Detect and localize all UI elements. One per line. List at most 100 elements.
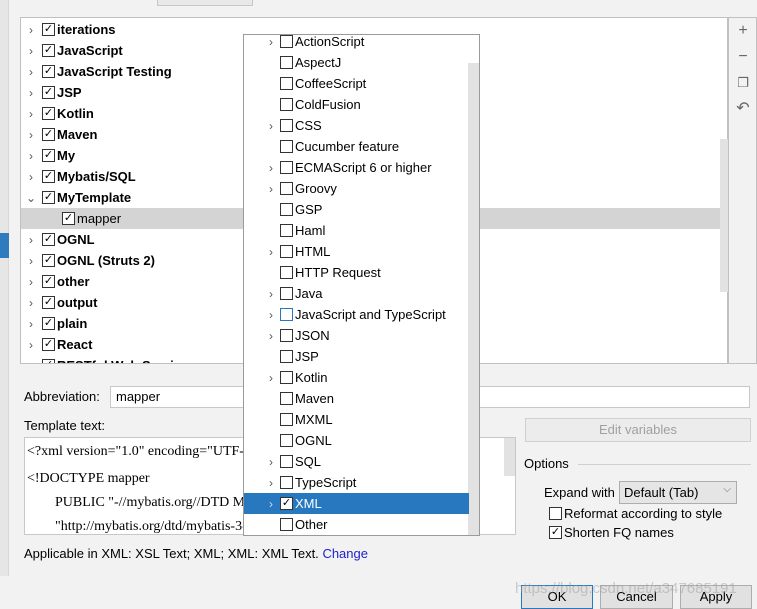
context-item[interactable]: MXML [244,409,469,430]
context-item[interactable]: › JSON [244,325,469,346]
context-item[interactable]: › Groovy [244,178,469,199]
checkbox-icon[interactable] [549,507,562,520]
chevron-right-icon[interactable]: › [24,275,38,289]
chevron-right-icon[interactable]: › [24,233,38,247]
context-item[interactable]: › ActionScript [244,35,469,52]
chevron-right-icon[interactable]: › [264,455,278,469]
chevron-right-icon[interactable]: › [264,497,278,511]
checkbox-checked-icon[interactable]: ✓ [42,191,55,204]
context-item[interactable]: Other [244,514,469,535]
context-item[interactable]: ColdFusion [244,94,469,115]
chevron-right-icon[interactable]: › [24,254,38,268]
chevron-right-icon[interactable]: › [24,107,38,121]
chevron-right-icon[interactable]: › [24,65,38,79]
checkbox-icon[interactable] [280,308,293,321]
context-item[interactable]: › JavaScript and TypeScript [244,304,469,325]
checkbox-icon[interactable] [280,56,293,69]
checkbox-checked-icon[interactable]: ✓ [549,526,562,539]
chevron-right-icon[interactable]: › [24,317,38,331]
chevron-right-icon[interactable]: › [264,245,278,259]
checkbox-icon[interactable] [280,140,293,153]
chevron-right-icon[interactable]: › [24,359,38,364]
chevron-right-icon[interactable]: › [264,287,278,301]
checkbox-checked-icon[interactable]: ✓ [42,275,55,288]
chevron-right-icon[interactable]: › [264,119,278,133]
checkbox-checked-icon[interactable]: ✓ [42,128,55,141]
left-nav-selected[interactable] [0,233,9,258]
chevron-right-icon[interactable]: › [24,170,38,184]
chevron-right-icon[interactable]: › [24,149,38,163]
chevron-right-icon[interactable]: › [264,308,278,322]
context-item[interactable]: HTTP Request [244,262,469,283]
context-item[interactable]: AspectJ [244,52,469,73]
chevron-right-icon[interactable]: › [24,86,38,100]
checkbox-icon[interactable] [280,161,293,174]
editor-scrollbar[interactable] [504,438,515,476]
popup-scrollbar[interactable] [468,63,479,535]
checkbox-checked-icon[interactable]: ✓ [42,254,55,267]
context-item[interactable]: CoffeeScript [244,73,469,94]
chevron-right-icon[interactable]: › [264,161,278,175]
top-button[interactable] [157,0,253,6]
context-item[interactable]: › ECMAScript 6 or higher [244,157,469,178]
context-item[interactable]: Maven [244,388,469,409]
copy-icon[interactable]: ❐ [735,75,751,91]
shorten-fq-checkbox[interactable]: ✓ Shorten FQ names [549,525,674,540]
checkbox-checked-icon[interactable]: ✓ [42,359,55,363]
context-item[interactable]: JSP [244,346,469,367]
change-link[interactable]: Change [322,546,368,561]
checkbox-checked-icon[interactable]: ✓ [42,86,55,99]
chevron-down-icon[interactable]: ⌄ [24,191,38,205]
checkbox-icon[interactable] [280,245,293,258]
chevron-right-icon[interactable]: › [24,23,38,37]
checkbox-checked-icon[interactable]: ✓ [42,23,55,36]
checkbox-checked-icon[interactable]: ✓ [42,296,55,309]
chevron-right-icon[interactable]: › [24,44,38,58]
checkbox-icon[interactable] [280,434,293,447]
context-item[interactable]: OGNL [244,430,469,451]
checkbox-icon[interactable] [280,350,293,363]
chevron-right-icon[interactable]: › [264,35,278,49]
chevron-right-icon[interactable]: › [264,476,278,490]
checkbox-icon[interactable] [280,518,293,531]
checkbox-icon[interactable] [280,476,293,489]
checkbox-icon[interactable] [280,287,293,300]
checkbox-checked-icon[interactable]: ✓ [42,44,55,57]
context-item[interactable]: GSP [244,199,469,220]
chevron-right-icon[interactable]: › [24,296,38,310]
checkbox-icon[interactable] [280,329,293,342]
context-item[interactable]: › Java [244,283,469,304]
checkbox-icon[interactable] [280,77,293,90]
checkbox-icon[interactable] [280,371,293,384]
checkbox-checked-icon[interactable]: ✓ [42,317,55,330]
edit-variables-button[interactable]: Edit variables [525,418,751,442]
checkbox-checked-icon[interactable]: ✓ [42,65,55,78]
checkbox-checked-icon[interactable]: ✓ [42,170,55,183]
checkbox-icon[interactable] [280,35,293,48]
checkbox-checked-icon[interactable]: ✓ [42,233,55,246]
context-item[interactable]: Cucumber feature [244,136,469,157]
context-item[interactable]: › SQL [244,451,469,472]
reformat-checkbox[interactable]: Reformat according to style [549,506,722,521]
context-item[interactable]: › Kotlin [244,367,469,388]
checkbox-checked-icon[interactable]: ✓ [42,149,55,162]
checkbox-icon[interactable] [280,98,293,111]
checkbox-checked-icon[interactable]: ✓ [42,338,55,351]
checkbox-icon[interactable] [280,413,293,426]
context-item[interactable]: › TypeScript [244,472,469,493]
checkbox-icon[interactable] [280,392,293,405]
checkbox-icon[interactable] [280,266,293,279]
checkbox-icon[interactable] [280,182,293,195]
context-item[interactable]: › HTML [244,241,469,262]
checkbox-icon[interactable] [280,224,293,237]
context-item[interactable]: Haml [244,220,469,241]
chevron-right-icon[interactable]: › [264,182,278,196]
revert-icon[interactable]: ↶ [735,101,751,117]
checkbox-checked-icon[interactable]: ✓ [62,212,75,225]
chevron-right-icon[interactable]: › [24,338,38,352]
checkbox-checked-icon[interactable]: ✓ [280,497,293,510]
context-item[interactable]: › ✓ XML [244,493,469,514]
chevron-right-icon[interactable]: › [264,371,278,385]
checkbox-icon[interactable] [280,203,293,216]
context-item[interactable]: › CSS [244,115,469,136]
